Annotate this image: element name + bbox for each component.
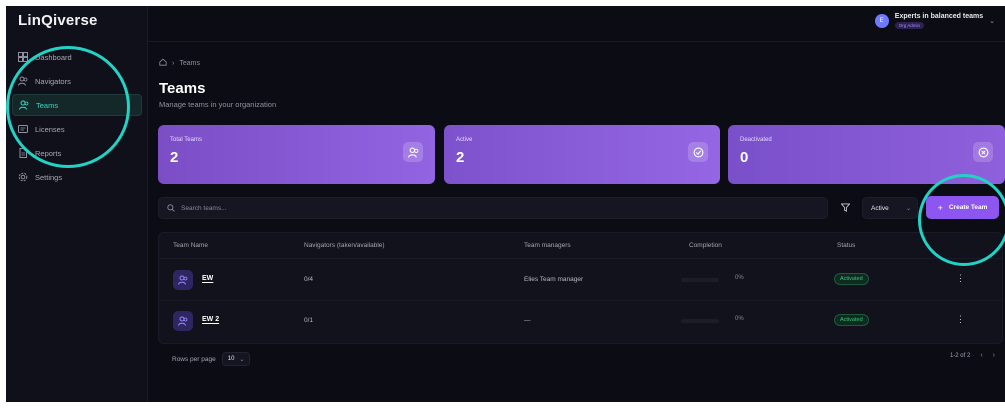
org-info: Experts in balanced teams Org Admin [894, 13, 984, 29]
navigators-count: 0/4 [304, 276, 314, 283]
dashboard-icon [18, 52, 28, 62]
sidebar-item-label: Navigators [35, 76, 71, 86]
status-filter-select[interactable]: Active ⌄ [862, 197, 918, 219]
team-name-link[interactable]: EW 2 [202, 316, 219, 323]
rows-per-page-label: Rows per page [172, 355, 216, 363]
chevron-right-icon[interactable]: › [993, 352, 995, 359]
stat-card-deactivated: Deactivated 0 [728, 125, 1005, 184]
column-header[interactable]: Team managers [524, 242, 571, 249]
more-vertical-icon[interactable]: ⋮ [956, 314, 965, 325]
create-team-button[interactable]: + Create Team [926, 196, 999, 219]
org-name: Experts in balanced teams [894, 13, 984, 20]
app-frame: LinQiverse Dashboard Navigators Teams Li… [6, 6, 1005, 402]
team-managers: Elies Team manager [524, 276, 584, 283]
breadcrumb-separator-icon: › [172, 59, 175, 67]
sidebar-item-label: Dashboard [35, 52, 72, 62]
role-badge: Org Admin [894, 22, 925, 29]
status-badge: Activated [834, 314, 869, 326]
sidebar-item-label: Licenses [35, 124, 65, 134]
sidebar-item-label: Settings [35, 172, 63, 182]
sidebar-nav: Dashboard Navigators Teams Licenses Repo… [12, 46, 142, 190]
sidebar-item-navigators[interactable]: Navigators [12, 70, 142, 92]
team-name-link[interactable]: EW [202, 275, 213, 282]
status-badge: Activated [834, 273, 869, 285]
stat-label: Deactivated [740, 137, 772, 143]
navigators-icon [18, 76, 28, 86]
stat-label: Active [456, 137, 473, 143]
avatar: E [874, 14, 889, 28]
chevron-left-icon[interactable]: ‹ [980, 352, 982, 359]
reports-icon [18, 148, 28, 158]
sidebar-item-label: Reports [35, 148, 62, 158]
search-input[interactable] [181, 204, 781, 212]
filter-icon[interactable] [838, 200, 852, 214]
sidebar-item-settings[interactable]: Settings [12, 166, 142, 188]
chevron-down-icon: ⌄ [905, 205, 911, 212]
pagination-range: 1-2 of 2 [949, 352, 971, 359]
completion-progress-bar [681, 319, 719, 323]
rows-per-page-value: 10 [227, 356, 235, 362]
stat-value: 2 [170, 149, 179, 166]
create-team-label: Create Team [948, 204, 988, 211]
completion-progress-bar [681, 278, 719, 282]
rows-per-page: Rows per page 10 ⌄ [172, 352, 251, 366]
column-header[interactable]: Team Name [173, 242, 208, 249]
completion-percent: 0% [735, 316, 744, 322]
app-logo: LinQiverse [18, 12, 98, 29]
page-subtitle: Manage teams in your organization [159, 100, 277, 109]
team-managers: — [524, 317, 531, 324]
sidebar-item-reports[interactable]: Reports [12, 142, 142, 164]
top-bar: E Experts in balanced teams Org Admin ⌄ [148, 6, 1005, 42]
table-row[interactable]: EW 0/4 Elies Team manager 0% Activated ⋮ [159, 261, 1002, 301]
home-icon[interactable] [159, 58, 167, 68]
sidebar-item-licenses[interactable]: Licenses [12, 118, 142, 140]
stat-value: 2 [456, 149, 465, 166]
x-circle-icon [973, 142, 993, 162]
completion-percent: 0% [735, 275, 744, 281]
search-box [158, 197, 828, 219]
plus-icon: + [937, 202, 943, 213]
teams-table: Team Name Navigators (taken/available) T… [158, 232, 1003, 344]
table-row[interactable]: EW 2 0/1 — 0% Activated ⋮ [159, 302, 1002, 342]
org-switcher[interactable]: E Experts in balanced teams Org Admin ⌄ [874, 13, 995, 29]
sidebar-item-teams[interactable]: Teams [12, 94, 142, 116]
gear-icon [18, 172, 28, 182]
page-title: Teams [159, 80, 206, 97]
teams-icon [19, 100, 29, 110]
team-icon [173, 270, 193, 290]
table-header: Team Name Navigators (taken/available) T… [159, 233, 1002, 259]
pagination: 1-2 of 2 ‹ › [950, 352, 995, 359]
chevron-down-icon: ⌄ [989, 18, 995, 25]
rows-per-page-select[interactable]: 10 ⌄ [221, 352, 251, 366]
stat-label: Total Teams [170, 137, 202, 143]
breadcrumb-current: Teams [179, 59, 200, 67]
sidebar-item-dashboard[interactable]: Dashboard [12, 46, 142, 68]
more-vertical-icon[interactable]: ⋮ [956, 273, 965, 284]
column-header[interactable]: Status [837, 242, 855, 249]
stat-value: 0 [740, 149, 749, 166]
column-header[interactable]: Navigators (taken/available) [304, 242, 385, 249]
license-icon [18, 124, 28, 134]
users-icon [403, 142, 423, 162]
status-filter-value: Active [871, 204, 889, 212]
search-icon [167, 204, 175, 212]
sidebar-item-label: Teams [36, 100, 59, 110]
sidebar: LinQiverse Dashboard Navigators Teams Li… [6, 6, 148, 402]
navigators-count: 0/1 [304, 317, 314, 324]
chevron-down-icon: ⌄ [239, 356, 245, 363]
team-icon [173, 311, 193, 331]
breadcrumb: › Teams [159, 58, 200, 68]
stat-card-total-teams: Total Teams 2 [158, 125, 435, 184]
stat-card-active: Active 2 [444, 125, 720, 184]
check-circle-icon [688, 142, 708, 162]
column-header[interactable]: Completion [689, 242, 722, 249]
